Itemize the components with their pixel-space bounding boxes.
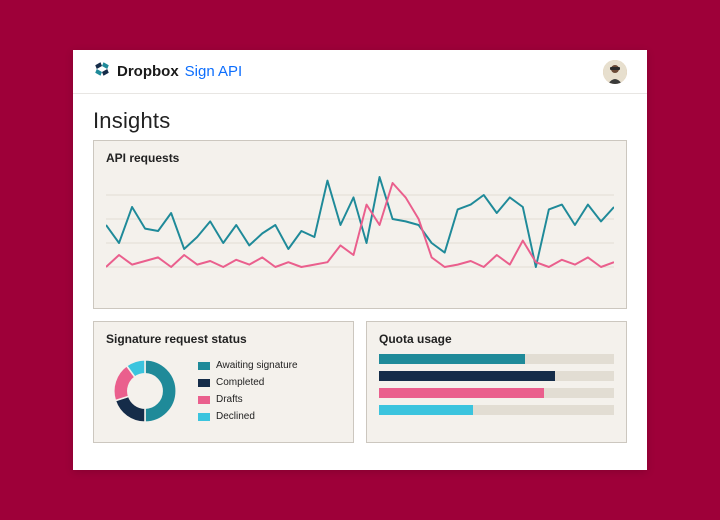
swatch-pink [198,396,210,404]
brand-name: Dropbox [117,63,179,80]
swatch-cyan [198,413,210,421]
legend-completed: Completed [198,377,298,388]
brand[interactable]: Dropbox Sign API [93,60,242,83]
legend-declined-label: Declined [216,411,255,422]
avatar[interactable] [603,60,627,84]
legend-drafts-label: Drafts [216,394,243,405]
quota-bar [379,388,614,398]
signature-status-panel: Signature request status Awaiting signat… [93,321,354,443]
signature-status-legend: Awaiting signature Completed Drafts [198,360,298,422]
quota-usage-panel: Quota usage [366,321,627,443]
legend-completed-label: Completed [216,377,264,388]
header-bar: Dropbox Sign API [73,50,647,94]
quota-usage-title: Quota usage [379,332,614,346]
api-requests-title: API requests [106,151,614,165]
swatch-teal [198,362,210,370]
dropbox-sign-logo-icon [93,60,111,83]
quota-bar [379,371,614,381]
app-window: Dropbox Sign API Insights API requests S… [73,50,647,470]
page-title: Insights [93,108,627,134]
quota-usage-chart [379,352,614,415]
api-requests-chart [106,171,614,291]
swatch-navy [198,379,210,387]
legend-declined: Declined [198,411,298,422]
quota-bar [379,354,614,364]
brand-sub: Sign API [185,63,243,80]
legend-awaiting-label: Awaiting signature [216,360,298,371]
quota-bar [379,405,614,415]
content: Insights API requests Signature request … [73,94,647,470]
signature-status-title: Signature request status [106,332,341,346]
legend-drafts: Drafts [198,394,298,405]
signature-status-donut-chart [106,352,184,430]
legend-awaiting: Awaiting signature [198,360,298,371]
api-requests-panel: API requests [93,140,627,309]
